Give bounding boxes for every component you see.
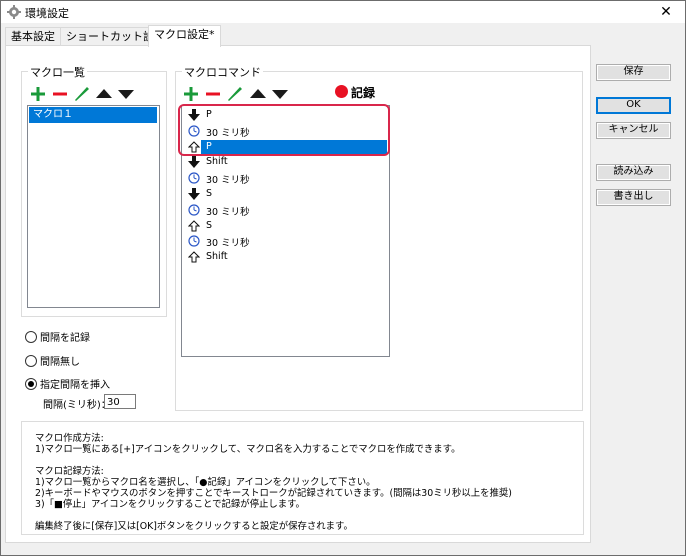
edit-icon[interactable] xyxy=(73,85,91,103)
remove-icon[interactable] xyxy=(51,85,69,103)
clock-icon xyxy=(188,235,200,247)
help-line: 編集終了後に[保存]又は[OK]ボタンをクリックすると設定が保存されます。 xyxy=(35,521,353,532)
radio-no-interval[interactable]: 間隔無し xyxy=(25,355,80,369)
tab-macro-settings[interactable]: マクロ設定* xyxy=(148,25,221,47)
radio-circle[interactable] xyxy=(25,378,37,390)
list-item[interactable]: 30 ミリ秒 xyxy=(183,171,387,186)
macro-listbox[interactable]: マクロ１ xyxy=(27,105,160,308)
key-up-icon xyxy=(187,219,201,232)
title-bar: 環境設定 ✕ xyxy=(1,1,685,23)
macro-command-label: マクロコマンド xyxy=(182,64,263,80)
window-title: 環境設定 xyxy=(25,7,69,20)
radio-label: 間隔を記録 xyxy=(40,333,90,344)
radio-insert-interval[interactable]: 指定間隔を挿入 xyxy=(25,378,110,392)
list-item[interactable]: 30 ミリ秒 xyxy=(183,234,387,249)
command-label: Shift xyxy=(206,251,228,263)
remove-icon[interactable] xyxy=(204,85,222,103)
list-item[interactable]: 30 ミリ秒 xyxy=(183,203,387,218)
export-button[interactable]: 書き出し xyxy=(596,189,671,206)
help-box: マクロ作成方法: 1)マクロ一覧にある[+]アイコンをクリックして、マクロ名を入… xyxy=(21,421,584,535)
command-label: 30 ミリ秒 xyxy=(206,238,250,250)
highlight-box xyxy=(178,104,390,156)
list-item[interactable]: Shift xyxy=(183,155,387,170)
radio-label: 指定間隔を挿入 xyxy=(40,380,110,391)
list-item[interactable]: S xyxy=(183,187,387,202)
move-down-icon[interactable] xyxy=(271,85,289,103)
list-item[interactable]: マクロ１ xyxy=(29,107,157,123)
close-icon[interactable]: ✕ xyxy=(653,1,679,23)
cancel-button[interactable]: キャンセル xyxy=(596,122,671,139)
move-up-icon[interactable] xyxy=(249,85,267,103)
command-label: S xyxy=(206,188,213,199)
key-down-icon xyxy=(188,156,200,169)
list-item[interactable]: Shift xyxy=(183,250,387,265)
list-item[interactable]: S xyxy=(183,219,387,234)
radio-circle[interactable] xyxy=(25,355,37,367)
settings-window: 環境設定 ✕ 基本設定 ショートカット設定 マクロ設定* マクロ一覧 マクロ１ … xyxy=(0,0,686,556)
record-icon[interactable] xyxy=(335,85,348,98)
add-icon[interactable] xyxy=(29,85,47,103)
gear-icon xyxy=(7,5,21,19)
command-label: S xyxy=(206,219,213,231)
help-line: 3)「■停止」アイコンをクリックすることで記録が停止します。 xyxy=(35,499,305,510)
radio-label: 間隔無し xyxy=(40,357,80,368)
tab-basic-settings[interactable]: 基本設定 xyxy=(5,27,61,46)
import-button[interactable]: 読み込み xyxy=(596,164,671,181)
record-label[interactable]: 記録 xyxy=(351,84,375,101)
move-up-icon[interactable] xyxy=(95,85,113,103)
clock-icon xyxy=(188,172,200,184)
key-down-icon xyxy=(188,188,200,200)
ok-button[interactable]: OK xyxy=(596,97,671,114)
key-up-icon xyxy=(187,251,201,263)
clock-icon xyxy=(188,204,200,216)
command-label: Shift xyxy=(206,156,228,168)
help-line: 1)マクロ一覧にある[+]アイコンをクリックして、マクロ名を入力することでマクロ… xyxy=(35,444,461,455)
interval-field-label: 間隔(ミリ秒)： xyxy=(43,400,111,411)
radio-record-interval[interactable]: 間隔を記録 xyxy=(25,331,90,345)
interval-input[interactable]: 30 xyxy=(104,394,136,409)
edit-icon[interactable] xyxy=(226,85,244,103)
move-down-icon[interactable] xyxy=(117,85,135,103)
radio-circle[interactable] xyxy=(25,331,37,343)
command-label: 30 ミリ秒 xyxy=(206,206,250,218)
command-label: 30 ミリ秒 xyxy=(206,175,250,187)
add-icon[interactable] xyxy=(182,85,200,103)
macro-list-label: マクロ一覧 xyxy=(28,64,87,80)
save-button[interactable]: 保存 xyxy=(596,64,671,81)
